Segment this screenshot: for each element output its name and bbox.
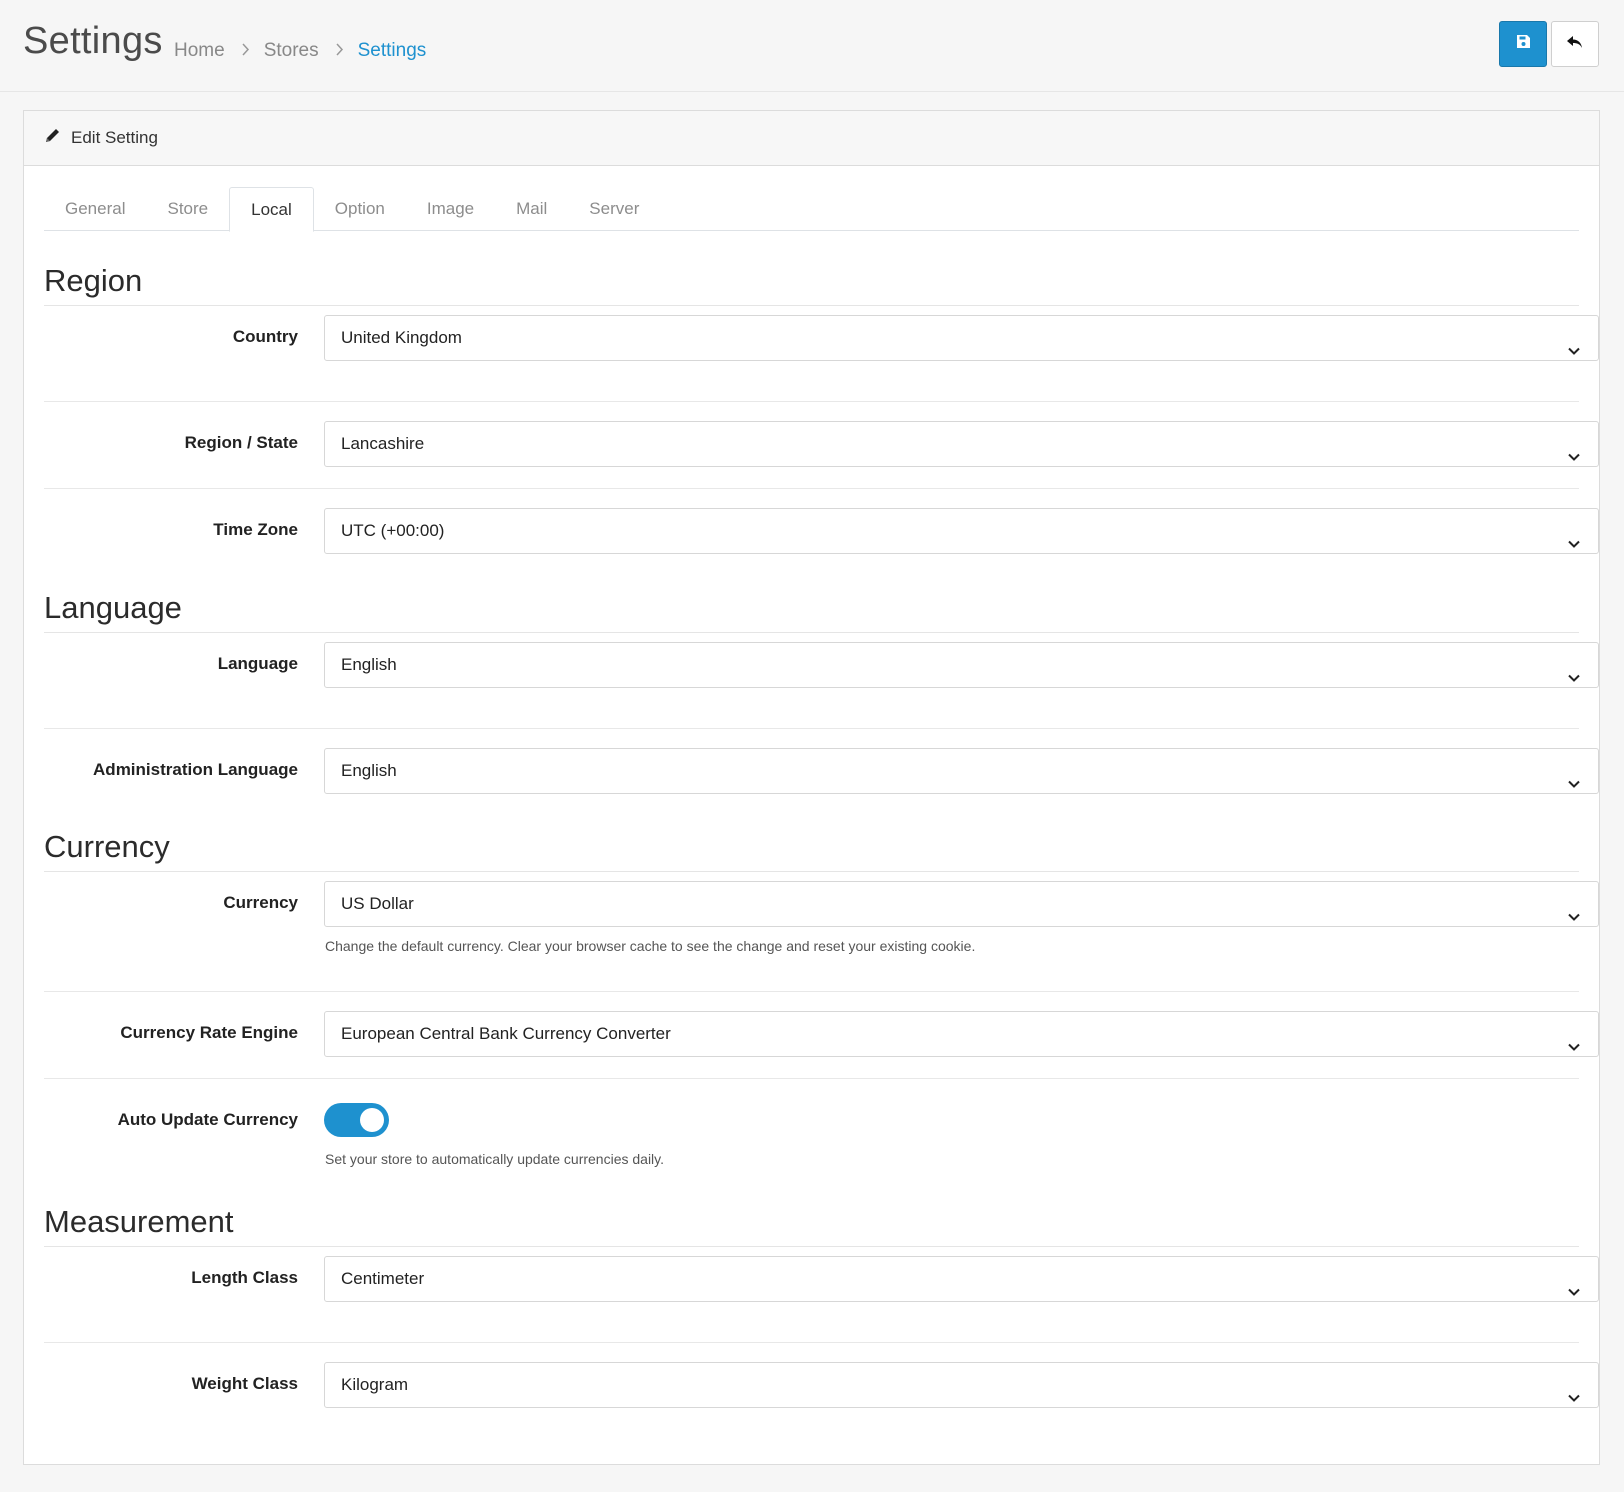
form-row-language: Language English [44, 642, 1599, 729]
form-row-country: Country United Kingdom [44, 315, 1599, 402]
settings-tabs: General Store Local Option Image Mail Se… [44, 187, 1579, 232]
tab-option[interactable]: Option [314, 187, 406, 231]
country-select[interactable]: United Kingdom [324, 315, 1599, 361]
chevron-down-icon [1567, 897, 1581, 941]
page-title: Settings [23, 20, 163, 62]
form-row-currency: Currency US Dollar Change the default cu… [44, 881, 1599, 992]
chevron-right-icon [241, 41, 250, 61]
chevron-down-icon [1567, 1378, 1581, 1422]
weight-class-label: Weight Class [191, 1374, 298, 1393]
legend-currency: Currency [44, 829, 1579, 872]
tab-store[interactable]: Store [146, 187, 229, 231]
edit-setting-card: Edit Setting General Store Local Option … [23, 110, 1600, 1465]
admin-language-value: English [341, 761, 397, 780]
tab-server[interactable]: Server [568, 187, 660, 231]
breadcrumb-settings[interactable]: Settings [358, 40, 427, 62]
form-row-currency-engine: Currency Rate Engine European Central Ba… [44, 992, 1599, 1079]
weight-class-select[interactable]: Kilogram [324, 1362, 1599, 1408]
chevron-down-icon [1567, 1272, 1581, 1316]
zone-value: Lancashire [341, 434, 425, 453]
legend-measurement: Measurement [44, 1204, 1579, 1247]
currency-engine-value: European Central Bank Currency Converter [341, 1024, 671, 1043]
page-header: Settings Home Stores Settings [0, 0, 1624, 92]
tab-local[interactable]: Local [229, 187, 314, 232]
chevron-down-icon [1567, 1027, 1581, 1071]
form-row-zone: Region / State Lancashire [44, 402, 1599, 489]
floppy-disk-icon [1516, 34, 1531, 54]
chevron-down-icon [1567, 764, 1581, 808]
auto-update-help-text: Set your store to automatically update c… [325, 1151, 665, 1167]
form-row-timezone: Time Zone UTC (+00:00) [44, 489, 1599, 576]
auto-update-toggle[interactable] [324, 1103, 389, 1137]
breadcrumb: Home Stores Settings [174, 40, 426, 62]
pencil-icon [44, 127, 61, 149]
back-button[interactable] [1551, 21, 1599, 67]
zone-select[interactable]: Lancashire [324, 421, 1599, 467]
chevron-down-icon [1567, 331, 1581, 375]
reply-icon [1566, 34, 1584, 55]
language-value: English [341, 655, 397, 674]
tab-mail[interactable]: Mail [495, 187, 568, 231]
country-value: United Kingdom [341, 328, 462, 347]
language-select[interactable]: English [324, 642, 1599, 688]
currency-engine-select[interactable]: European Central Bank Currency Converter [324, 1011, 1599, 1057]
chevron-right-icon [335, 41, 344, 61]
length-class-select[interactable]: Centimeter [324, 1256, 1599, 1302]
toggle-knob [360, 1108, 384, 1132]
country-label: Country [232, 327, 298, 346]
admin-language-select[interactable]: English [324, 748, 1599, 794]
length-class-label: Length Class [191, 1268, 298, 1287]
currency-label: Currency [223, 893, 298, 912]
form-row-auto-update: Auto Update Currency Set your store to a… [44, 1079, 1579, 1174]
legend-language: Language [44, 590, 1579, 633]
currency-help-text: Change the default currency. Clear your … [325, 938, 976, 954]
chevron-down-icon [1567, 658, 1581, 702]
save-button[interactable] [1499, 21, 1547, 67]
zone-label: Region / State [184, 433, 298, 452]
admin-language-label: Administration Language [93, 760, 298, 779]
legend-region: Region [44, 263, 1579, 306]
chevron-down-icon [1567, 524, 1581, 568]
timezone-value: UTC (+00:00) [341, 521, 445, 540]
tab-general[interactable]: General [44, 187, 146, 231]
timezone-label: Time Zone [213, 520, 298, 539]
currency-engine-label: Currency Rate Engine [120, 1023, 298, 1042]
card-header: Edit Setting [24, 111, 1599, 166]
currency-value: US Dollar [341, 894, 414, 913]
form-row-length-class: Length Class Centimeter [44, 1256, 1599, 1343]
form-row-admin-language: Administration Language English [44, 729, 1599, 816]
auto-update-label: Auto Update Currency [117, 1110, 298, 1129]
timezone-select[interactable]: UTC (+00:00) [324, 508, 1599, 554]
card-title: Edit Setting [71, 128, 158, 147]
tab-image[interactable]: Image [406, 187, 495, 231]
currency-select[interactable]: US Dollar [324, 881, 1599, 927]
form-row-weight-class: Weight Class Kilogram [44, 1343, 1599, 1430]
language-label: Language [217, 654, 298, 673]
breadcrumb-home[interactable]: Home [174, 40, 225, 62]
breadcrumb-stores[interactable]: Stores [264, 40, 319, 62]
chevron-down-icon [1567, 437, 1581, 481]
length-class-value: Centimeter [341, 1269, 425, 1288]
weight-class-value: Kilogram [341, 1375, 409, 1394]
